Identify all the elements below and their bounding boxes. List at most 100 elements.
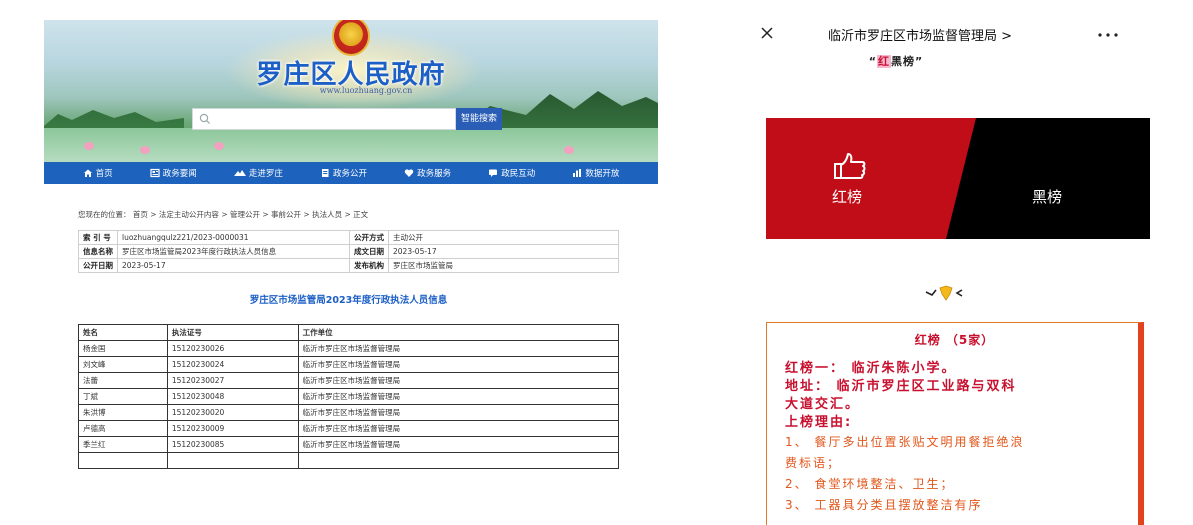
cell-name: 丁斌 <box>78 388 168 405</box>
meta-value: luozhuangqulz221/2023-0000031 <box>117 230 350 245</box>
nav-label: 数据开放 <box>585 169 620 179</box>
red-black-list-card: 红榜 黑榜 <box>766 118 1150 239</box>
chat-icon <box>489 169 498 177</box>
red-list-content: 红榜 （5家） 红榜一： 临沂朱陈小学。 地址： 临沂市罗庄区工业路与双科 大道… <box>766 322 1144 525</box>
cell-unit: 临沂市罗庄区市场监督管理局 <box>297 388 620 405</box>
table-row: 刘文峰 15120230024 临沂市罗庄区市场监督管理局 <box>78 356 620 373</box>
meta-key: 公开日期 <box>78 258 118 273</box>
column-header: 工作单位 <box>297 324 620 341</box>
table-row: 卢德高 15120230009 临沂市罗庄区市场监督管理局 <box>78 420 620 437</box>
cell-unit: 临沂市罗庄区市场监督管理局 <box>297 404 620 421</box>
entry-name: 红榜一： 临沂朱陈小学。 <box>785 361 957 376</box>
meta-key: 信息名称 <box>78 244 118 259</box>
document-meta-table: 索 引 号 luozhuangqulz221/2023-0000031 公开方式… <box>78 230 619 273</box>
meta-value: 2023-05-17 <box>388 244 619 259</box>
site-banner: 罗庄区人民政府 www.luozhuang.gov.cn 智能搜索 <box>44 20 658 162</box>
table-row: 杨金国 15120230026 临沂市罗庄区市场监督管理局 <box>78 340 620 357</box>
cell-license: 15120230085 <box>166 436 299 453</box>
site-url: www.luozhuang.gov.cn <box>319 86 413 95</box>
reason-item-cont: 费标语； <box>785 456 842 470</box>
nav-label: 走进罗庄 <box>248 169 283 179</box>
nav-item-service[interactable]: 政务服务 <box>404 167 451 179</box>
wechat-article-screenshot: 临沂市罗庄区市场监督管理局 > “红黑榜” 红榜 黑榜 红榜 （5家） 红榜一：… <box>746 0 1193 525</box>
entry-address-cont: 大道交汇。 <box>785 397 861 412</box>
article-top-bar: 临沂市罗庄区市场监督管理局 > <box>746 22 1193 46</box>
cell-license: 15120230048 <box>166 388 299 405</box>
news-icon <box>150 168 160 178</box>
lotus-flower <box>140 146 150 154</box>
nav-item-disclosure[interactable]: 政务公开 <box>320 167 367 179</box>
nav-item-interaction[interactable]: 政民互动 <box>488 167 535 179</box>
meta-value: 2023-05-17 <box>117 258 350 273</box>
decorative-arrow-icon <box>925 285 963 301</box>
cell-license: 15120230027 <box>166 372 299 389</box>
nav-label: 政务服务 <box>417 169 452 179</box>
heart-icon <box>404 169 414 177</box>
cell-name: 季兰红 <box>78 436 168 453</box>
cell-name: 朱洪博 <box>78 404 168 421</box>
nav-label: 政务要闻 <box>162 169 197 179</box>
nav-item-news[interactable]: 政务要闻 <box>150 167 197 179</box>
column-header: 执法证号 <box>166 324 299 341</box>
table-row: 朱洪博 15120230020 临沂市罗庄区市场监督管理局 <box>78 404 620 421</box>
banner-lotus-pond <box>44 128 658 162</box>
reason-item: 3、 工器具分类且摆放整洁有序 <box>785 498 983 512</box>
document-icon <box>321 169 329 177</box>
enforcement-personnel-table: 姓名 执法证号 工作单位 杨金国 15120230026 临沂市罗庄区市场监督管… <box>78 324 620 469</box>
column-header: 姓名 <box>78 324 168 341</box>
thumbs-up-icon <box>834 153 866 179</box>
cell-unit: 临沂市罗庄区市场监督管理局 <box>297 372 620 389</box>
entry-address: 地址： 临沂市罗庄区工业路与双科 <box>785 379 1017 394</box>
document-title: 罗庄区市场监管局2023年度行政执法人员信息 <box>249 295 448 306</box>
gov-website-screenshot: 罗庄区人民政府 www.luozhuang.gov.cn 智能搜索 首页 政务要… <box>44 20 658 492</box>
cell-unit: 临沂市罗庄区市场监督管理局 <box>297 340 620 357</box>
cell-unit: 临沂市罗庄区市场监督管理局 <box>297 436 620 453</box>
account-title[interactable]: 临沂市罗庄区市场监督管理局 > <box>828 25 1012 44</box>
meta-key: 公开方式 <box>349 230 389 245</box>
meta-value: 罗庄区市场监管局2023年度行政执法人员信息 <box>117 244 350 259</box>
table-row-partial <box>78 452 620 469</box>
table-row: 丁斌 15120230048 临沂市罗庄区市场监督管理局 <box>78 388 620 405</box>
smart-search-button[interactable]: 智能搜索 <box>456 108 502 130</box>
table-row: 季兰红 15120230085 临沂市罗庄区市场监督管理局 <box>78 436 620 453</box>
meta-key: 成文日期 <box>349 244 389 259</box>
cell-license: 15120230026 <box>166 340 299 357</box>
meta-key: 发布机构 <box>349 258 389 273</box>
quote-mark: ” <box>915 55 924 68</box>
cell-name: 法蕾 <box>78 372 168 389</box>
nav-item-intro[interactable]: 走进罗庄 <box>233 167 283 179</box>
cell-name: 杨金国 <box>78 340 168 357</box>
meta-key: 索 引 号 <box>78 230 118 245</box>
lotus-flower <box>564 146 574 154</box>
more-options-icon[interactable] <box>1098 33 1118 37</box>
cell-name: 刘文峰 <box>78 356 168 373</box>
cell-name: 卢德高 <box>78 420 168 437</box>
lotus-flower <box>84 142 94 150</box>
nav-item-open-data[interactable]: 数据开放 <box>572 167 619 179</box>
close-icon[interactable] <box>760 26 774 40</box>
search-icon <box>199 113 211 125</box>
reason-label: 上榜理由: <box>785 415 853 430</box>
cell-license: 15120230020 <box>166 404 299 421</box>
heading-black-char: 黑 <box>891 55 903 68</box>
nav-label: 政务公开 <box>332 169 367 179</box>
highlighted-red-char: 红 <box>877 55 891 68</box>
meta-value: 罗庄区市场监管局 <box>388 258 619 273</box>
heading-char: 榜 <box>903 55 915 68</box>
bar-chart-icon <box>573 169 582 177</box>
article-heading: “红黑榜” <box>746 53 1046 69</box>
red-list-title: 红榜 （5家） <box>914 333 995 347</box>
cell-name <box>78 452 168 469</box>
meta-value: 主动公开 <box>388 230 619 245</box>
cell-license: 15120230009 <box>166 420 299 437</box>
reason-item: 1、 餐厅多出位置张贴文明用餐拒绝浪 <box>785 435 1025 449</box>
lotus-flower <box>214 142 224 150</box>
nav-item-home[interactable]: 首页 <box>83 167 113 179</box>
home-icon <box>83 169 92 177</box>
black-list-label: 黑榜 <box>1032 188 1063 206</box>
nav-label: 首页 <box>95 169 113 179</box>
cell-license: 15120230024 <box>166 356 299 373</box>
search-input[interactable] <box>192 108 456 130</box>
red-list-label: 红榜 <box>832 188 863 206</box>
breadcrumb: 您现在的位置： 首页 > 法定主动公开内容 > 管理公开 > 事前公开 > 执法… <box>78 210 369 219</box>
